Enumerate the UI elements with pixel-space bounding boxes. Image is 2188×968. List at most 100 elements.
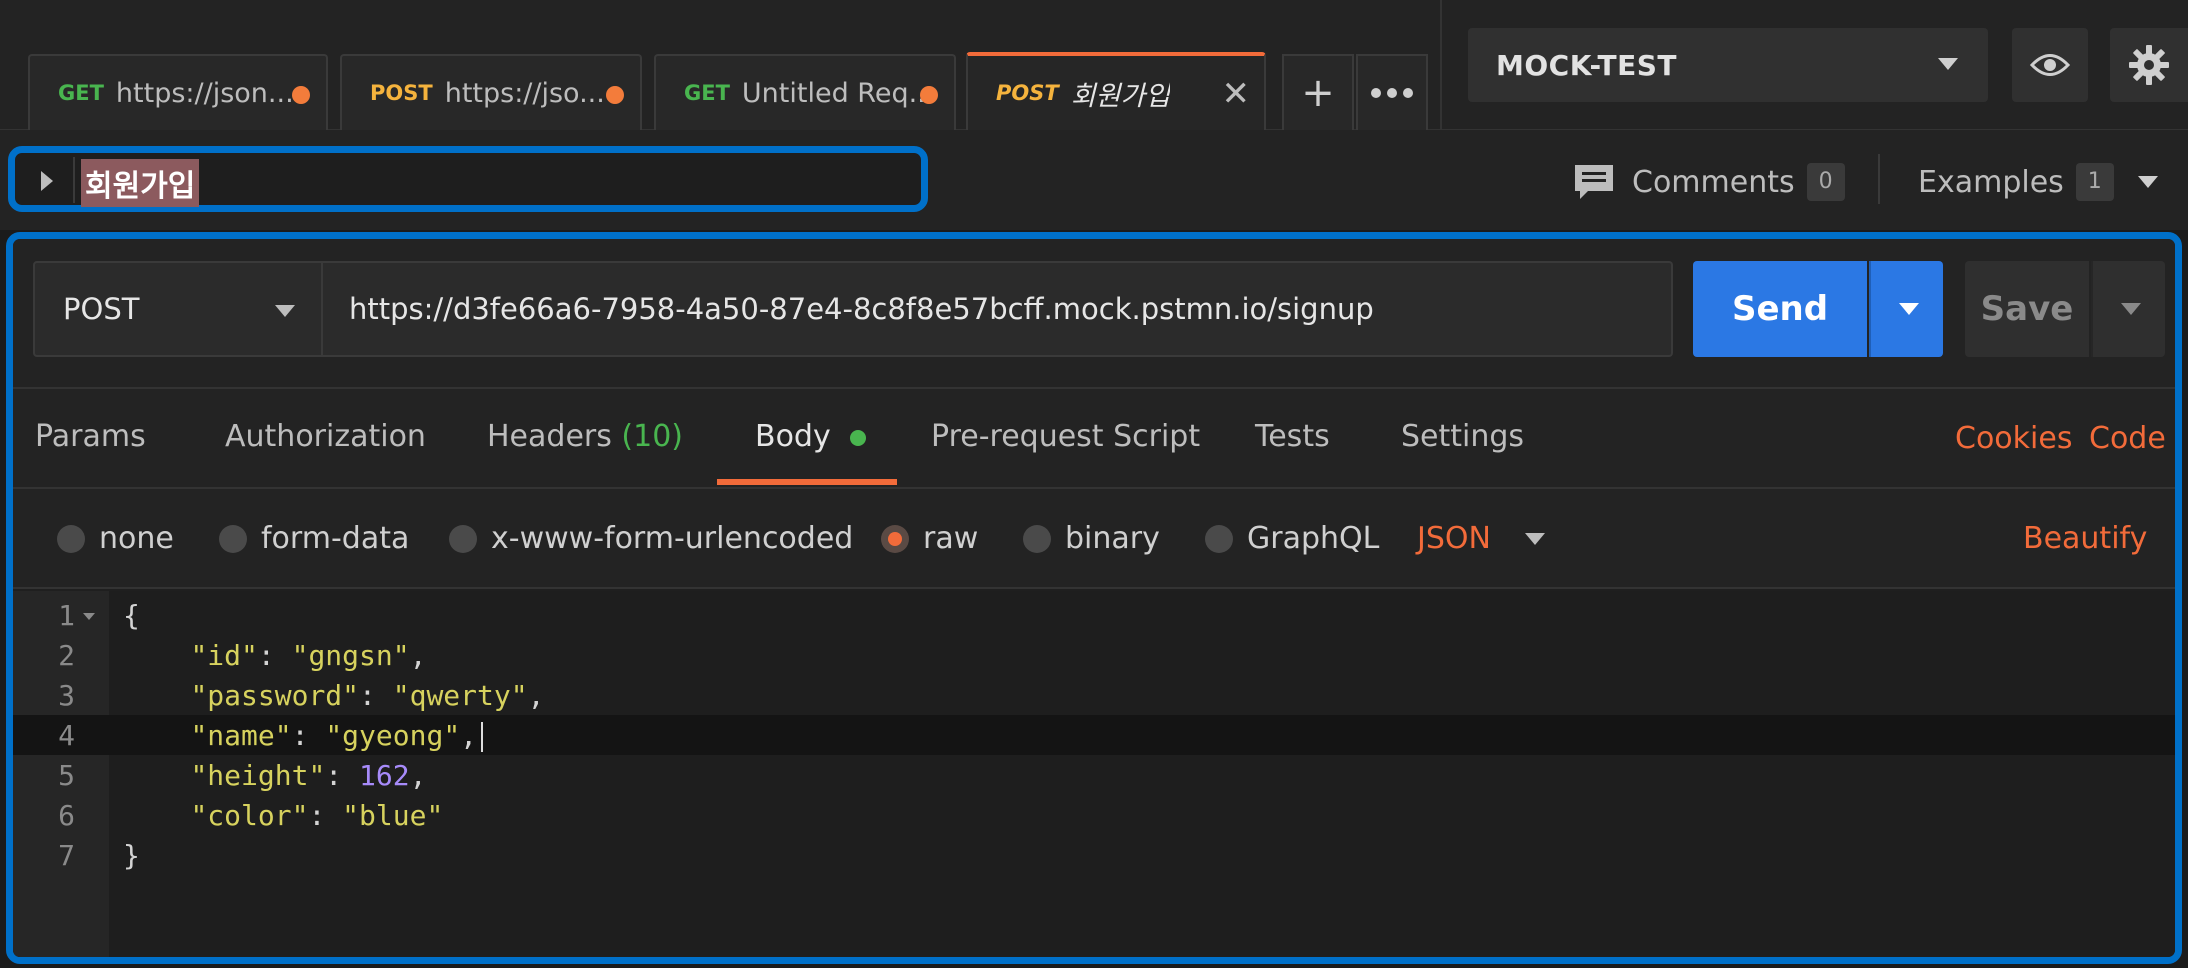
option-label: binary — [1065, 521, 1160, 556]
divider — [73, 157, 75, 203]
fold-arrow-icon[interactable] — [83, 613, 95, 620]
tab-headers[interactable]: Headers (10) — [487, 419, 683, 454]
active-tab-underline — [717, 479, 897, 485]
json-key: "height" — [190, 759, 326, 792]
request-name-row: 회원가입 Comments 0 Examples 1 — [0, 130, 2188, 230]
examples-count-badge: 1 — [2075, 163, 2114, 201]
code-line: 1 { — [13, 595, 2175, 635]
json-key: "name" — [190, 719, 292, 752]
code-line-current: 4 "name": "gyeong", — [13, 715, 2175, 755]
request-tab-active[interactable]: POST 회원가입 ✕ — [966, 52, 1266, 130]
chevron-down-icon — [2137, 176, 2158, 188]
settings-button[interactable] — [2110, 28, 2188, 102]
comment-icon — [1575, 165, 1613, 199]
examples-button[interactable]: Examples 1 — [1918, 160, 2158, 204]
request-tab-3[interactable]: GET Untitled Req... — [654, 54, 956, 130]
examples-label: Examples — [1918, 164, 2064, 200]
environment-quick-look-button[interactable] — [2012, 28, 2088, 102]
line-number: 2 — [58, 639, 75, 672]
tab-name: https://jso... — [444, 77, 605, 109]
cookies-link[interactable]: Cookies — [1955, 421, 2072, 456]
json-value: "qwerty" — [392, 679, 528, 712]
code-link[interactable]: Code — [2089, 421, 2166, 456]
code-text: "height": 162, — [190, 759, 427, 792]
tab-body[interactable]: Body — [755, 419, 867, 454]
option-label: form-data — [261, 521, 410, 556]
code-line: 6 "color": "blue" — [13, 795, 2175, 835]
tab-name: Untitled Req... — [741, 77, 934, 109]
text-cursor — [481, 722, 484, 752]
save-options-chevron-icon[interactable] — [2091, 261, 2165, 357]
tab-body-label: Body — [755, 419, 831, 454]
unsaved-dot-icon — [292, 86, 310, 104]
line-number: 6 — [58, 799, 75, 832]
unsaved-dot-icon — [920, 86, 938, 104]
tab-name: 회원가입 — [1070, 80, 1171, 112]
expand-triangle-icon[interactable] — [41, 171, 53, 191]
body-option-binary[interactable]: binary — [1023, 521, 1160, 556]
eye-icon — [2030, 54, 2070, 76]
raw-format-select[interactable]: JSON — [1417, 521, 1545, 556]
format-value: JSON — [1417, 521, 1491, 556]
body-indicator-dot-icon — [850, 429, 867, 446]
code-line: 3 "password": "qwerty", — [13, 675, 2175, 715]
method-select[interactable]: POST — [33, 261, 323, 357]
line-number: 7 — [58, 839, 75, 872]
environment-select[interactable]: MOCK-TEST — [1468, 28, 1988, 102]
option-label: GraphQL — [1247, 521, 1380, 556]
tab-options-button[interactable] — [1356, 54, 1428, 130]
body-option-raw[interactable]: raw — [881, 521, 978, 556]
code-text: "color": "blue" — [190, 799, 444, 832]
json-value: "gngsn" — [291, 639, 410, 672]
tab-bar: GET https://json... POST https://jso... … — [0, 0, 2188, 130]
tab-name: https://json... — [115, 77, 294, 109]
method-value: POST — [63, 292, 140, 326]
body-option-form-data[interactable]: form-data — [219, 521, 409, 556]
code-text: "id": "gngsn", — [190, 639, 427, 672]
radio-icon — [1205, 524, 1233, 553]
radio-icon — [1023, 524, 1051, 553]
tab-params[interactable]: Params — [35, 419, 146, 454]
tab-headers-label: Headers — [487, 419, 612, 454]
body-type-options: none form-data x-www-form-urlencoded raw… — [13, 489, 2175, 589]
chevron-down-icon — [1524, 532, 1545, 545]
request-tabs: Params Authorization Headers (10) Body P… — [13, 389, 2175, 489]
request-tab-2[interactable]: POST https://jso... — [340, 54, 642, 130]
json-value: 162 — [359, 759, 410, 792]
body-option-urlencoded[interactable]: x-www-form-urlencoded — [449, 521, 853, 556]
new-tab-button[interactable]: + — [1282, 54, 1354, 130]
json-key: "password" — [190, 679, 360, 712]
request-tab-1[interactable]: GET https://json... — [28, 54, 328, 130]
option-label: raw — [923, 521, 979, 556]
tab-settings[interactable]: Settings — [1401, 419, 1524, 454]
more-dots-icon — [1371, 88, 1413, 98]
request-name-field[interactable]: 회원가입 — [8, 146, 928, 212]
code-line: 7 } — [13, 835, 2175, 875]
environment-name: MOCK-TEST — [1496, 48, 1677, 82]
url-input[interactable] — [323, 261, 1673, 357]
send-options-chevron-icon[interactable] — [1869, 261, 1943, 357]
body-option-none[interactable]: none — [57, 521, 174, 556]
tab-method: GET — [684, 81, 730, 105]
tab-tests[interactable]: Tests — [1255, 419, 1330, 454]
comments-button[interactable]: Comments 0 — [1572, 160, 1845, 204]
json-key: "id" — [190, 639, 258, 672]
code-line: 2 "id": "gngsn", — [13, 635, 2175, 675]
code-text: "password": "qwerty", — [190, 679, 545, 712]
url-bar: POST Send Save — [13, 239, 2175, 389]
plus-icon: + — [1301, 70, 1335, 116]
tab-prerequest-script[interactable]: Pre-request Script — [931, 419, 1200, 454]
close-tab-icon[interactable]: ✕ — [1222, 74, 1251, 114]
body-option-graphql[interactable]: GraphQL — [1205, 521, 1379, 556]
request-name[interactable]: 회원가입 — [81, 159, 200, 207]
line-number: 4 — [58, 719, 75, 752]
code-line: 5 "height": 162, — [13, 755, 2175, 795]
radio-icon — [219, 524, 247, 553]
code-editor[interactable]: 1 { 2 "id": "gngsn", 3 "password": "qwer… — [13, 591, 2175, 957]
tab-authorization[interactable]: Authorization — [225, 419, 426, 454]
comments-count-badge: 0 — [1806, 163, 1845, 201]
beautify-link[interactable]: Beautify — [2023, 521, 2147, 556]
save-button[interactable]: Save — [1965, 261, 2089, 357]
send-button[interactable]: Send — [1693, 261, 1867, 357]
comments-label: Comments — [1632, 164, 1795, 200]
